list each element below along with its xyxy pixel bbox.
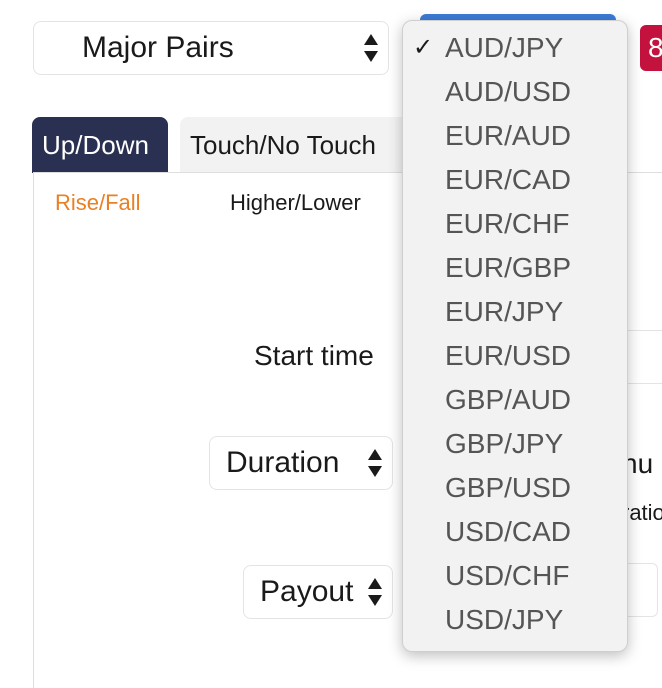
- underlying-dropdown-list: ✓ AUD/JPY AUD/USD EUR/AUD EUR/CAD EUR/CHF…: [402, 20, 628, 652]
- dropdown-option[interactable]: EUR/JPY: [403, 291, 627, 335]
- duration-type-label: Duration: [226, 446, 340, 479]
- up-down-arrows-icon: [368, 578, 382, 606]
- checkmark-icon: ✓: [413, 34, 434, 61]
- dropdown-option[interactable]: EUR/CAD: [403, 159, 627, 203]
- duration-type-select[interactable]: Duration: [209, 436, 393, 490]
- dropdown-option[interactable]: USD/CAD: [403, 511, 627, 555]
- start-time-label: Start time: [254, 340, 374, 371]
- dropdown-option[interactable]: EUR/USD: [403, 335, 627, 379]
- dropdown-option[interactable]: EUR/CHF: [403, 203, 627, 247]
- trading-screen: Major Pairs 8 Up/Down Touch/No Touch Ris…: [0, 0, 662, 688]
- dropdown-option[interactable]: ✓ AUD/JPY: [403, 27, 627, 71]
- market-category-select[interactable]: Major Pairs: [33, 21, 389, 75]
- subtab-higher-lower[interactable]: Higher/Lower: [230, 190, 361, 216]
- dropdown-option[interactable]: AUD/USD: [403, 71, 627, 115]
- tab-up-down[interactable]: Up/Down: [32, 117, 168, 173]
- dropdown-option[interactable]: GBP/AUD: [403, 379, 627, 423]
- subtab-rise-fall[interactable]: Rise/Fall: [55, 190, 141, 216]
- dropdown-option[interactable]: EUR/AUD: [403, 115, 627, 159]
- dropdown-option[interactable]: GBP/USD: [403, 467, 627, 511]
- tab-touch-no-touch[interactable]: Touch/No Touch: [180, 117, 410, 173]
- dropdown-option[interactable]: USD/CHF: [403, 555, 627, 599]
- payout-type-label: Payout: [260, 575, 354, 608]
- dropdown-option[interactable]: EUR/GBP: [403, 247, 627, 291]
- payout-type-select[interactable]: Payout: [243, 565, 393, 619]
- duration-hint: ratio: [622, 500, 662, 525]
- dropdown-option[interactable]: USD/JPY: [403, 599, 627, 643]
- market-category-label: Major Pairs: [82, 31, 234, 64]
- up-down-arrows-icon: [368, 449, 382, 477]
- countdown-badge: 8: [640, 25, 662, 71]
- up-down-arrows-icon: [364, 34, 378, 62]
- dropdown-option[interactable]: GBP/JPY: [403, 423, 627, 467]
